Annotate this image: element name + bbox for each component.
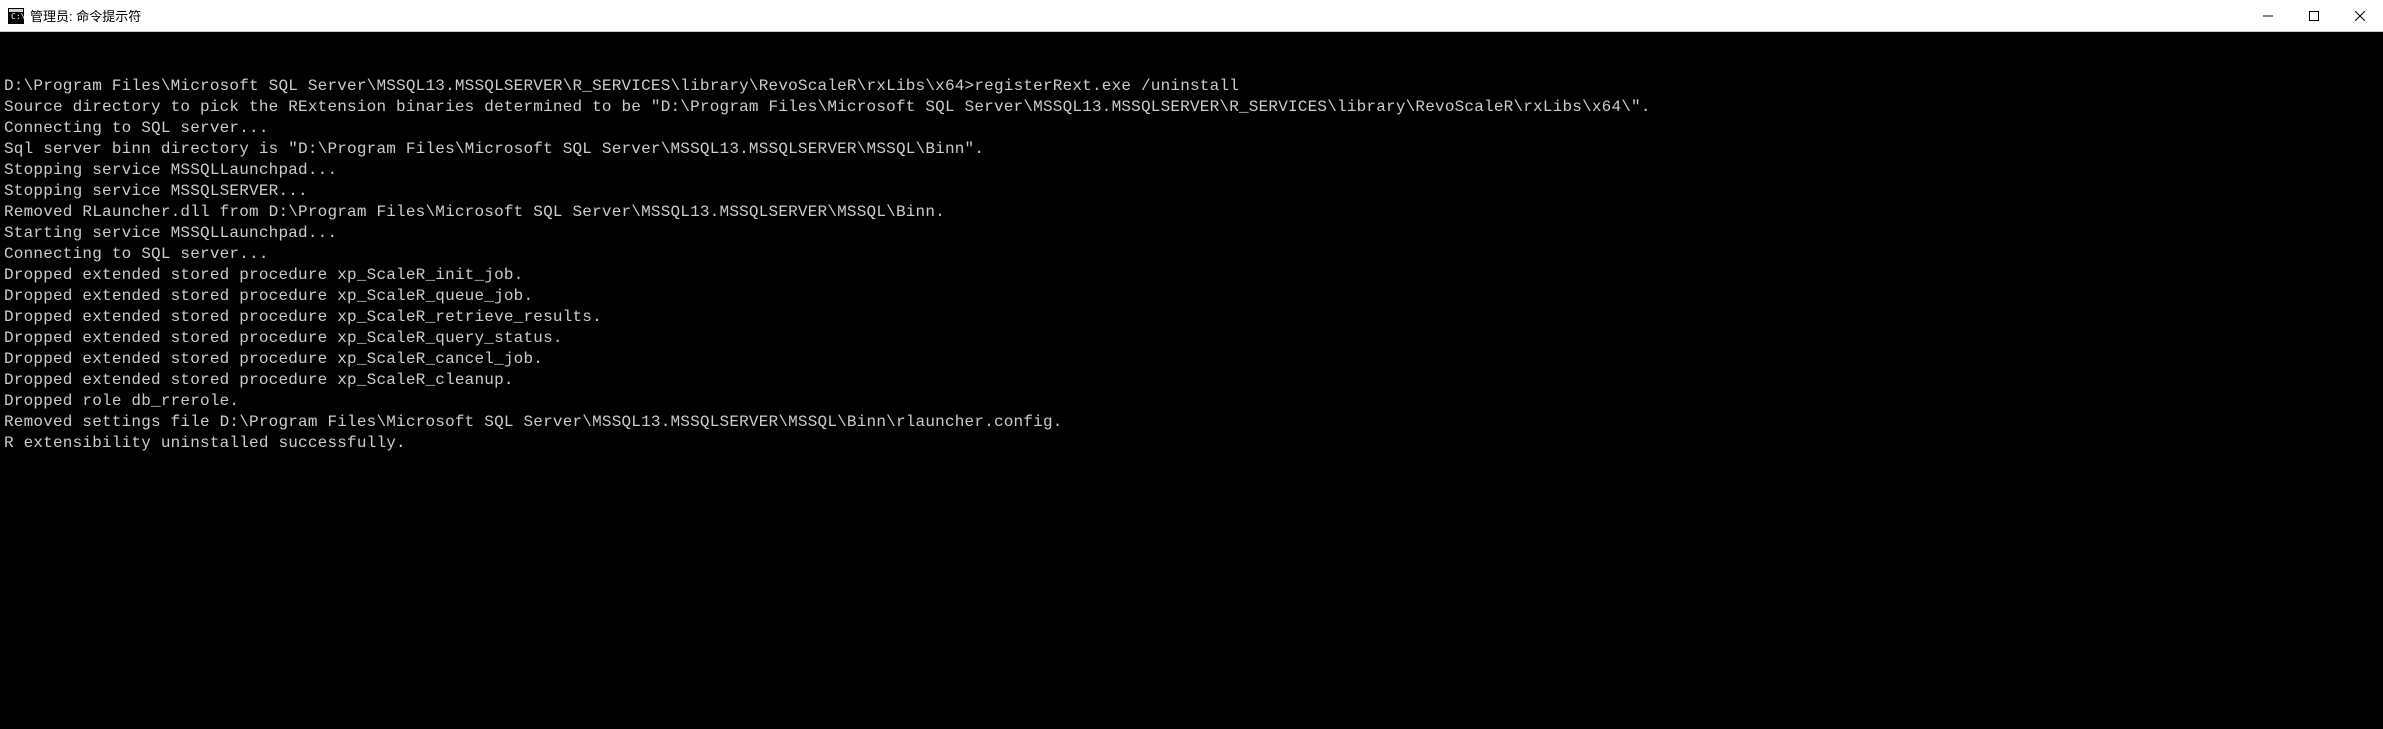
terminal-output[interactable]: D:\Program Files\Microsoft SQL Server\MS… bbox=[0, 32, 2383, 729]
output-line: Stopping service MSSQLLaunchpad... bbox=[4, 160, 2379, 181]
window-title: 管理员: 命令提示符 bbox=[30, 6, 2245, 25]
output-line: Removed RLauncher.dll from D:\Program Fi… bbox=[4, 202, 2379, 223]
output-line: Dropped extended stored procedure xp_Sca… bbox=[4, 328, 2379, 349]
prompt-path: D:\Program Files\Microsoft SQL Server\MS… bbox=[4, 77, 974, 95]
minimize-button[interactable] bbox=[2245, 0, 2291, 31]
window-titlebar[interactable]: C:\ 管理员: 命令提示符 bbox=[0, 0, 2383, 32]
blank-line bbox=[4, 55, 2379, 76]
output-line: Dropped extended stored procedure xp_Sca… bbox=[4, 286, 2379, 307]
cmd-icon: C:\ bbox=[8, 8, 24, 24]
output-line: Source directory to pick the RExtension … bbox=[4, 97, 2379, 118]
maximize-button[interactable] bbox=[2291, 0, 2337, 31]
output-line: Dropped extended stored procedure xp_Sca… bbox=[4, 265, 2379, 286]
output-line: Dropped extended stored procedure xp_Sca… bbox=[4, 349, 2379, 370]
output-line: Connecting to SQL server... bbox=[4, 244, 2379, 265]
output-line: Starting service MSSQLLaunchpad... bbox=[4, 223, 2379, 244]
output-line: Dropped extended stored procedure xp_Sca… bbox=[4, 307, 2379, 328]
output-line: Stopping service MSSQLSERVER... bbox=[4, 181, 2379, 202]
command-text: registerRext.exe /uninstall bbox=[974, 77, 1239, 95]
output-line: Sql server binn directory is "D:\Program… bbox=[4, 139, 2379, 160]
output-line: Connecting to SQL server... bbox=[4, 118, 2379, 139]
output-line: Dropped role db_rrerole. bbox=[4, 391, 2379, 412]
close-button[interactable] bbox=[2337, 0, 2383, 31]
output-line: Dropped extended stored procedure xp_Sca… bbox=[4, 370, 2379, 391]
svg-text:C:\: C:\ bbox=[11, 12, 24, 21]
window-controls bbox=[2245, 0, 2383, 31]
output-line: Removed settings file D:\Program Files\M… bbox=[4, 412, 2379, 433]
output-line: R extensibility uninstalled successfully… bbox=[4, 433, 2379, 454]
